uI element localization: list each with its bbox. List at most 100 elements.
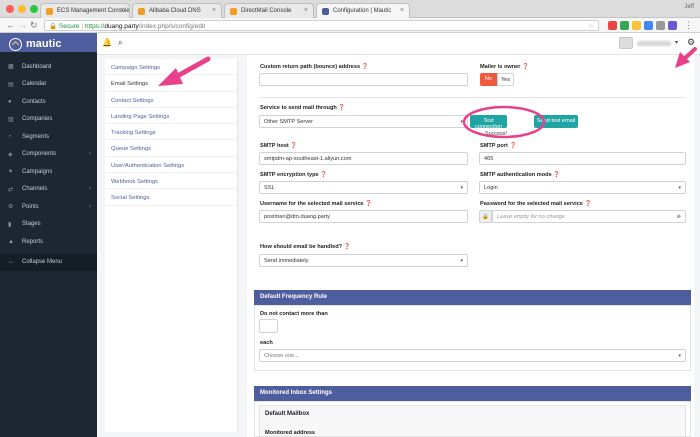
extension-icon[interactable] [668,21,677,30]
tab-title: Configuration | Mautic [333,8,392,14]
sidebar-item-label: Campaigns [22,168,53,175]
help-icon[interactable]: ❓ [509,143,516,149]
brand-logo[interactable]: mautic [0,33,97,52]
help-icon[interactable]: ❓ [584,201,591,207]
smtp-encryption-value: SSL [264,185,275,191]
test-connection-button[interactable]: Test connection [470,115,507,130]
smtp-encryption-select[interactable]: SSL ▾ [259,181,468,194]
frequency-rule-header: Default Frequency Rule [254,290,691,305]
handling-select[interactable]: Send immediately ▾ [259,254,468,267]
sidebar-item-points[interactable]: ⚙ Points › [0,198,97,216]
send-test-email-button[interactable]: Send test email [534,115,578,128]
sidebar-item-contacts[interactable]: ● Contacts [0,93,97,111]
sidebar-item-channels[interactable]: ⇄ Channels › [0,181,97,199]
sidebar-item-reports[interactable]: ▲ Reports [0,233,97,251]
password-label: Password for the selected mail service ❓ [480,201,591,207]
campaigns-icon: ✦ [8,169,14,176]
smtp-port-input[interactable]: 465 [479,152,686,165]
username-redacted[interactable] [637,41,671,46]
reload-icon[interactable]: ↻ [30,20,38,31]
sidebar-item-stages[interactable]: ▮ Stages [0,216,97,234]
window-minimize-button[interactable] [18,5,26,13]
browser-tab-active[interactable]: Configuration | Mautic × [316,3,410,18]
help-icon[interactable]: ❓ [338,105,345,111]
calendar-icon: ▤ [8,81,14,88]
extension-icon[interactable] [644,21,653,30]
extension-icon[interactable] [608,21,617,30]
frequency-number-input[interactable] [259,319,278,333]
sidebar-item-companies[interactable]: ▥ Companies [0,111,97,129]
companies-icon: ▥ [8,116,14,123]
help-icon[interactable]: ❓ [365,201,372,207]
app-topbar: 🔔 ⌕ ▾ ⚙ [97,33,700,55]
smtp-host-input[interactable]: smtpdm-ap-southeast-1.aliyun.com [259,152,468,165]
mailer-owner-yes-button[interactable]: Yes [497,73,514,86]
reports-icon: ▲ [8,238,14,245]
tab-favicon-icon [322,8,329,15]
help-icon[interactable]: ❓ [553,172,560,178]
help-icon[interactable]: ❓ [320,172,327,178]
sidebar-item-dashboard[interactable]: ▦ Dashboard [0,58,97,76]
handling-select-value: Send immediately [264,258,309,264]
collapse-menu-button[interactable]: ↔ Collapse Menu [0,253,97,271]
search-icon[interactable]: ⌕ [118,38,122,48]
chevron-down-icon[interactable]: ▾ [675,39,678,46]
settings-nav-webhook[interactable]: Webhook Settings [105,173,237,190]
sidebar-item-campaigns[interactable]: ✦ Campaigns [0,163,97,181]
settings-nav-user-auth[interactable]: User/Authentication Settings [105,157,237,174]
smtp-auth-mode-select[interactable]: Login ▾ [479,181,686,194]
bookmark-star-icon[interactable]: ☆ [588,22,594,30]
username-label-text: Username for the selected mail service [260,201,364,207]
avatar[interactable] [619,37,633,49]
settings-nav-campaign[interactable]: Campaign Settings [105,59,237,76]
browser-tab[interactable]: DirectMail Console × [224,3,314,18]
chevron-down-icon: ▾ [460,185,463,191]
password-input[interactable]: Leave empty for no change ⊛ [492,210,686,223]
sidebar-item-calendar[interactable]: ▤ Calendar [0,76,97,94]
help-icon[interactable]: ❓ [522,64,529,70]
gear-icon[interactable]: ⚙ [687,37,695,48]
tab-close-icon[interactable]: × [304,7,308,14]
tab-close-icon[interactable]: × [400,7,404,14]
monitored-inbox-header: Monitored Inbox Settings [254,386,691,401]
sidebar-item-label: Companies [22,116,53,123]
back-icon[interactable]: ← [6,20,15,30]
return-path-input[interactable] [259,73,468,86]
settings-nav-contact[interactable]: Contact Settings [105,92,237,108]
tab-close-icon[interactable]: × [120,7,124,14]
browser-tab[interactable]: Alibaba Cloud DNS × [132,3,222,18]
password-toggle-icon[interactable]: ⊛ [677,214,681,220]
tab-title: Alibaba Cloud DNS [149,8,201,14]
username-input[interactable]: postman@dm.duang.party [259,210,468,223]
help-icon[interactable]: ❓ [290,143,297,149]
service-select[interactable]: Other SMTP Server ▾ [259,115,468,128]
extension-icon[interactable] [656,21,665,30]
browser-tab[interactable]: ECS Management Console × [40,3,130,18]
frequency-period-select[interactable]: Choose one... ▾ [259,349,686,362]
settings-nav-landing-page[interactable]: Landing Page Settings [105,108,237,125]
default-mailbox-panel [259,405,686,437]
settings-nav-email[interactable]: Email Settings [105,75,237,92]
browser-profile-name[interactable]: Jeff [684,4,694,10]
forward-icon[interactable]: → [18,20,27,30]
settings-nav-tracking[interactable]: Tracking Settings [105,124,237,141]
help-icon[interactable]: ❓ [362,64,369,70]
extension-icon[interactable] [620,21,629,30]
sidebar-item-segments[interactable]: ◔ Segments [0,128,97,146]
bell-icon[interactable]: 🔔 [102,38,112,47]
sidebar-item-label: Points [22,203,39,210]
url-host: duang.party [104,23,139,30]
help-icon[interactable]: ❓ [344,244,351,250]
window-zoom-button[interactable] [30,5,38,13]
tab-close-icon[interactable]: × [212,7,216,14]
chevron-down-icon: ▾ [678,185,681,191]
mailer-owner-no-button[interactable]: No [480,73,497,86]
browser-menu-icon[interactable]: ⋮ [684,20,693,31]
settings-nav-social[interactable]: Social Settings [105,189,237,206]
window-close-button[interactable] [6,5,14,13]
address-bar[interactable]: 🔒 Secure | https://duang.party/index.php… [44,20,599,31]
sidebar-item-components[interactable]: ◈ Components › [0,146,97,164]
settings-nav-queue[interactable]: Queue Settings [105,140,237,157]
extension-icon[interactable] [632,21,641,30]
smtp-host-label: SMTP host ❓ [260,143,297,149]
